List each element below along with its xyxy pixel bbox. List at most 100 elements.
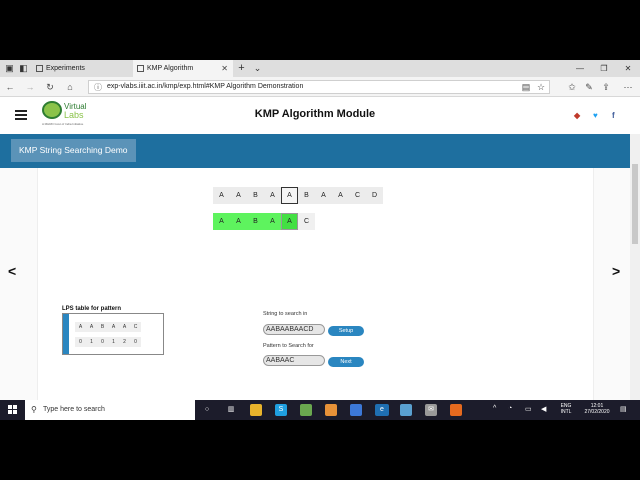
- lps-accent-bar: [63, 314, 69, 354]
- lps-table: AABAAC 010120: [62, 313, 164, 355]
- store-icon[interactable]: [325, 404, 337, 416]
- clock[interactable]: 12:01 27/02/2020: [582, 403, 612, 415]
- more-menu-icon[interactable]: ⋯: [622, 81, 634, 93]
- skype-icon[interactable]: S: [275, 404, 287, 416]
- pattern-array-cell: A: [230, 213, 247, 230]
- text-array-cell: C: [349, 187, 366, 204]
- clock-date: 27/02/2020: [584, 409, 610, 415]
- demo-banner: KMP String Searching Demo: [0, 134, 630, 168]
- pattern-input[interactable]: AABAAC: [263, 355, 325, 366]
- address-bar[interactable]: ⓘ exp-vlabs.iiit.ac.in/kmp/exp.html#KMP …: [88, 80, 550, 94]
- reading-view-icon[interactable]: ▤: [520, 81, 532, 93]
- vertical-scrollbar[interactable]: [630, 134, 640, 406]
- browser-toolbar: ← → ↻ ⌂ ⓘ exp-vlabs.iiit.ac.in/kmp/exp.h…: [0, 77, 640, 97]
- close-window-button[interactable]: ✕: [616, 60, 640, 77]
- pattern-array-cell: A: [213, 213, 230, 230]
- tab-preview-icon[interactable]: ◧: [18, 63, 29, 74]
- lps-pattern-row-cell: A: [75, 322, 86, 332]
- tab-kmp-algorithm[interactable]: KMP Algorithm ✕: [133, 60, 233, 77]
- edge-icon[interactable]: e: [375, 404, 389, 416]
- lps-pattern-row-cell: A: [108, 322, 119, 332]
- info-icon[interactable]: ⓘ: [94, 82, 102, 94]
- lps-values-row-cell: 0: [97, 337, 108, 347]
- firefox-icon[interactable]: [450, 404, 462, 416]
- set-aside-tabs-icon[interactable]: ▣: [4, 63, 15, 74]
- text-array-cell: A: [332, 187, 349, 204]
- logo-text: Labs: [64, 110, 84, 120]
- language-indicator[interactable]: ENG INTL: [558, 403, 574, 415]
- lps-values-row-cell: 0: [75, 337, 86, 347]
- windows-taskbar: ⚲ Type here to search ○ ▥ S e ✉ ^ ◔ ▭ ◀ …: [0, 400, 640, 420]
- chevron-up-icon[interactable]: ^: [493, 405, 496, 412]
- new-tab-button[interactable]: +: [236, 63, 247, 74]
- twitter-icon[interactable]: ♥: [593, 111, 598, 120]
- text-array-cell: A: [281, 187, 298, 204]
- app-icon[interactable]: [400, 404, 412, 416]
- pattern-array-cell: B: [247, 213, 264, 230]
- tab-list-chevron-icon[interactable]: ⌄: [252, 63, 263, 74]
- taskbar-search[interactable]: ⚲ Type here to search: [25, 400, 195, 420]
- prev-arrow-icon[interactable]: <: [8, 263, 16, 279]
- close-tab-icon[interactable]: ✕: [221, 60, 228, 77]
- cortana-icon[interactable]: ○: [201, 404, 213, 416]
- share-icon[interactable]: ⇪: [600, 81, 612, 93]
- text-array-cell: A: [315, 187, 332, 204]
- text-array-cell: A: [230, 187, 247, 204]
- text-array-cell: D: [366, 187, 383, 204]
- logo-mark: [42, 101, 62, 119]
- string-label: String to search in: [263, 311, 308, 317]
- pattern-array: AABAAC: [213, 213, 315, 230]
- search-icon: ⚲: [31, 405, 37, 414]
- battery-icon[interactable]: ▭: [525, 405, 532, 413]
- text-array-cell: B: [247, 187, 264, 204]
- site-header: Virtual Labs A MHRD Govt of India Initia…: [0, 97, 640, 134]
- notifications-icon[interactable]: ▤: [620, 405, 627, 413]
- lps-values-row-cell: 0: [130, 337, 141, 347]
- pattern-array-cell: C: [298, 213, 315, 230]
- back-arrow-icon[interactable]: ←: [4, 81, 16, 93]
- lang-layout: INTL: [560, 409, 572, 415]
- app-icon[interactable]: [300, 404, 312, 416]
- text-array-cell: A: [264, 187, 281, 204]
- url-text: exp-vlabs.iiit.ac.in/kmp/exp.html#KMP Al…: [107, 83, 304, 90]
- lps-pattern-row-cell: C: [130, 322, 141, 332]
- gitlab-icon[interactable]: ◆: [574, 111, 580, 120]
- minimize-button[interactable]: —: [568, 60, 592, 77]
- favorites-icon[interactable]: ✩: [566, 81, 578, 93]
- string-input[interactable]: AABAABAACD: [263, 324, 325, 335]
- next-arrow-icon[interactable]: >: [612, 263, 620, 279]
- scrollbar-thumb[interactable]: [632, 164, 638, 244]
- pattern-array-cell: A: [281, 213, 298, 230]
- maximize-button[interactable]: ❐: [592, 60, 616, 77]
- lps-pattern-row: AABAAC: [75, 322, 141, 332]
- network-icon[interactable]: ◔: [508, 405, 512, 412]
- file-explorer-icon[interactable]: [250, 404, 262, 416]
- page-icon: [36, 65, 43, 72]
- text-array-cell: B: [298, 187, 315, 204]
- tab-label: Experiments: [46, 65, 85, 72]
- windows-start-icon[interactable]: [8, 405, 18, 415]
- refresh-icon[interactable]: ↻: [44, 81, 56, 93]
- forward-arrow-icon[interactable]: →: [24, 81, 36, 93]
- pen-icon[interactable]: ✎: [583, 81, 595, 93]
- hamburger-menu-icon[interactable]: [15, 110, 27, 120]
- text-array: AABAABAACD: [213, 187, 383, 204]
- search-placeholder: Type here to search: [43, 406, 105, 413]
- browser-tab-bar: ▣ ◧ Experiments KMP Algorithm ✕ + ⌄ — ❐ …: [0, 60, 640, 77]
- lps-values-row-cell: 1: [108, 337, 119, 347]
- virtual-labs-logo[interactable]: Virtual Labs A MHRD Govt of India Initia…: [42, 101, 92, 129]
- home-icon[interactable]: ⌂: [64, 81, 76, 93]
- lps-values-row-cell: 2: [119, 337, 130, 347]
- task-view-icon[interactable]: ▥: [225, 404, 237, 416]
- tab-experiments[interactable]: Experiments: [32, 60, 132, 77]
- lps-values-row-cell: 1: [86, 337, 97, 347]
- text-array-cell: A: [213, 187, 230, 204]
- logo-tagline: A MHRD Govt of India Initiative: [42, 122, 84, 126]
- mail-icon[interactable]: ✉: [425, 404, 437, 416]
- next-button[interactable]: Next: [328, 357, 364, 367]
- volume-icon[interactable]: ◀: [541, 405, 546, 413]
- setup-button[interactable]: Setup: [328, 326, 364, 336]
- favorite-star-icon[interactable]: ☆: [535, 81, 547, 93]
- facebook-icon[interactable]: f: [612, 111, 615, 120]
- app-icon[interactable]: [350, 404, 362, 416]
